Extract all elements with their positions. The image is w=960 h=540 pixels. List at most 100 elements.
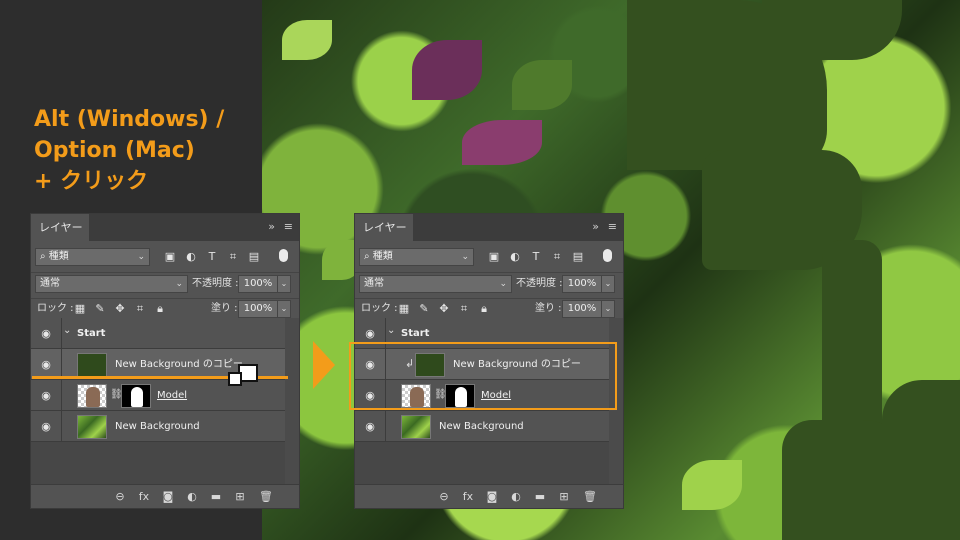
leaf-shape [512,60,572,110]
image-filter-icon[interactable]: ▣ [487,250,501,264]
eye-icon[interactable]: ◉ [39,327,53,340]
eye-icon[interactable]: ◉ [39,358,53,371]
chevron-down-icon: ⌄ [175,279,183,289]
smartobject-filter-icon[interactable]: ▤ [247,250,261,264]
chevron-down-icon[interactable]: ⌄ [63,325,71,336]
tab-layers[interactable]: レイヤー [355,214,413,241]
layer-row[interactable]: ◉ New Background [31,411,299,442]
fill-dropdown-icon[interactable]: ⌄ [277,300,291,318]
trash-icon[interactable]: 🗑︎ [583,490,597,503]
filter-kind-label: 種類 [372,251,393,262]
add-mask-icon[interactable]: ◙ [161,490,175,503]
lock-brush-icon[interactable]: ✎ [417,302,431,316]
opacity-input[interactable]: 100% [238,275,278,293]
divider [31,298,299,299]
headline-line-2: Option (Mac) [34,138,195,163]
filter-toggle[interactable] [603,249,612,262]
chevron-down-icon: ⌄ [461,252,469,262]
divider [385,411,386,441]
adjustment-filter-icon[interactable]: ◐ [508,250,522,264]
layer-thumbnail [77,384,107,408]
smartobject-filter-icon[interactable]: ▤ [571,250,585,264]
opacity-label: 不透明度 : [516,278,563,289]
panel-tabbar: レイヤー » ≡ [31,214,299,241]
opacity-dropdown-icon[interactable]: ⌄ [601,275,615,293]
layer-row[interactable]: ◉ ⛓ Model [31,380,299,411]
layer-row[interactable]: ◉ New Background [355,411,623,442]
shape-filter-icon[interactable]: ⌗ [550,250,564,264]
lock-position-icon[interactable]: ✥ [437,302,451,316]
layer-group-start[interactable]: ◉ ⌄ Start [31,318,299,349]
divider [61,380,62,410]
lock-transparent-icon[interactable]: ▦ [397,302,411,316]
lock-position-icon[interactable]: ✥ [113,302,127,316]
panel-footer: ⊖ fx ◙ ◐ ▬ ⊞ 🗑︎ [31,484,299,508]
eye-icon[interactable]: ◉ [363,420,377,433]
divider [31,272,299,273]
layer-name: Model [157,390,188,401]
lock-label: ロック : [361,303,398,314]
lock-all-icon[interactable]: 🔒︎ [153,302,167,316]
lock-artboard-icon[interactable]: ⌗ [457,302,471,316]
divider [61,318,62,348]
adjustment-layer-icon[interactable]: ◐ [185,490,199,503]
fill-input[interactable]: 100% [562,300,602,318]
panel-footer: ⊖ fx ◙ ◐ ▬ ⊞ 🗑︎ [355,484,623,508]
chevron-down-icon[interactable]: ⌄ [387,325,395,336]
eye-icon[interactable]: ◉ [39,389,53,402]
fx-icon[interactable]: fx [461,490,475,503]
image-filter-icon[interactable]: ▣ [163,250,177,264]
collapse-icon[interactable]: » [592,220,599,233]
layer-thumbnail [401,415,431,439]
collapse-icon[interactable]: » [268,220,275,233]
filter-toggle[interactable] [279,249,288,262]
shape-filter-icon[interactable]: ⌗ [226,250,240,264]
link-layers-icon[interactable]: ⊖ [113,490,127,503]
new-group-icon[interactable]: ▬ [533,490,547,503]
fx-icon[interactable]: fx [137,490,151,503]
eye-icon[interactable]: ◉ [363,327,377,340]
layer-mask-thumbnail[interactable] [121,384,151,408]
adjustment-filter-icon[interactable]: ◐ [184,250,198,264]
model-figure [86,387,100,407]
fill-dropdown-icon[interactable]: ⌄ [601,300,615,318]
blend-mode-select[interactable]: 通常 ⌄ [35,275,188,293]
search-icon: ⌕ [40,251,49,262]
fill-input[interactable]: 100% [238,300,278,318]
type-filter-icon[interactable]: T [529,250,543,264]
lock-transparent-icon[interactable]: ▦ [73,302,87,316]
layer-name: New Background [439,421,524,432]
panel-menu-icon[interactable]: ≡ [608,220,617,233]
blend-mode-select[interactable]: 通常 ⌄ [359,275,512,293]
lock-brush-icon[interactable]: ✎ [93,302,107,316]
filter-kind-select[interactable]: ⌕ 種類 ⌄ [35,248,150,266]
lock-artboard-icon[interactable]: ⌗ [133,302,147,316]
divider [61,349,62,379]
link-layers-icon[interactable]: ⊖ [437,490,451,503]
new-layer-icon[interactable]: ⊞ [557,490,571,503]
fill-label: 塗り : [211,303,238,314]
silhouette [762,0,902,60]
type-filter-icon[interactable]: T [205,250,219,264]
eye-icon[interactable]: ◉ [39,420,53,433]
arrow-icon [313,341,335,389]
headline-line-1: Alt (Windows) / [34,107,225,132]
lock-all-icon[interactable]: 🔒︎ [477,302,491,316]
layers-panel-before: レイヤー » ≡ ⌕ 種類 ⌄ ▣ ◐ T ⌗ ▤ 通常 ⌄ 不透明度 : 10… [30,213,300,509]
new-group-icon[interactable]: ▬ [209,490,223,503]
headline-line-3: + クリック [34,169,149,194]
opacity-input[interactable]: 100% [562,275,602,293]
panel-menu-icon[interactable]: ≡ [284,220,293,233]
silhouette [882,380,960,540]
adjustment-layer-icon[interactable]: ◐ [509,490,523,503]
tab-layers[interactable]: レイヤー [31,214,89,241]
new-layer-icon[interactable]: ⊞ [233,490,247,503]
opacity-dropdown-icon[interactable]: ⌄ [277,275,291,293]
trash-icon[interactable]: 🗑︎ [259,490,273,503]
filter-kind-select[interactable]: ⌕ 種類 ⌄ [359,248,474,266]
filter-kind-label: 種類 [48,251,69,262]
add-mask-icon[interactable]: ◙ [485,490,499,503]
blend-mode-value: 通常 [364,278,384,289]
layer-name: New Background [115,421,200,432]
scrollbar[interactable] [285,318,299,484]
